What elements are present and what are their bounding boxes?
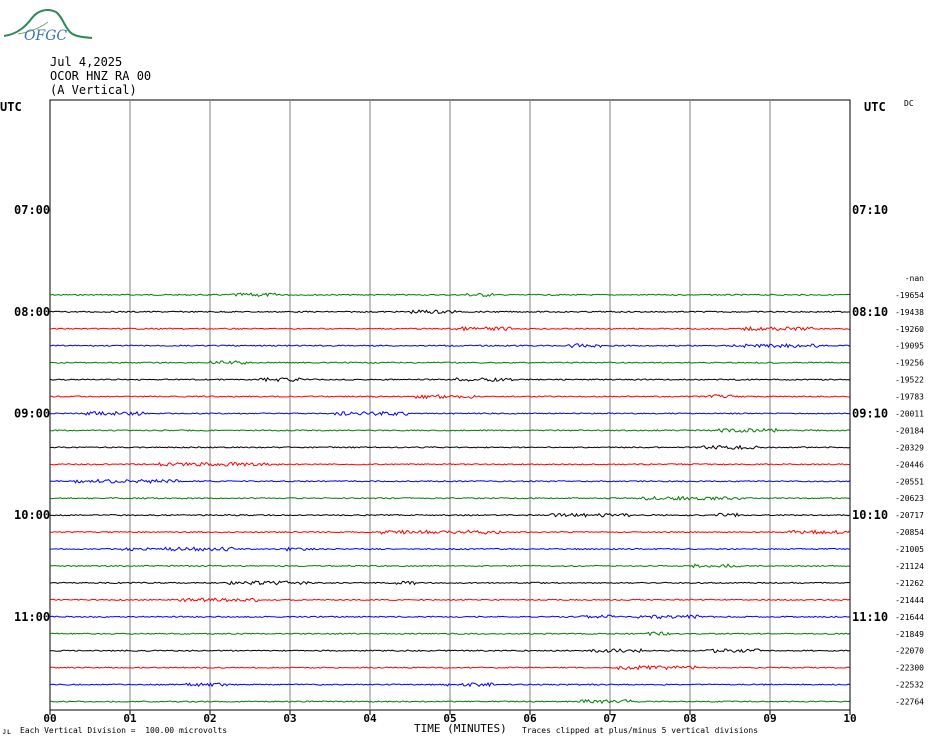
dc-offset-label: -21124 xyxy=(895,562,924,571)
x-axis-label: TIME (MINUTES) xyxy=(414,722,507,735)
dc-offset-label: -22532 xyxy=(895,681,924,690)
x-tick-label: 04 xyxy=(363,712,377,725)
right-time-label: 09:10 xyxy=(852,406,888,420)
dc-offset-label: -21644 xyxy=(895,613,924,622)
right-time-label: 07:10 xyxy=(852,203,888,217)
dc-offset-label: -20854 xyxy=(895,528,924,537)
dc-offset-label: -20446 xyxy=(895,460,924,469)
dc-offset-label: -21262 xyxy=(895,579,924,588)
x-tick-label: 10 xyxy=(843,712,856,725)
left-time-label: 11:00 xyxy=(14,610,50,624)
dc-offset-label: -19095 xyxy=(895,342,924,351)
dc-offset-label: -20184 xyxy=(895,426,924,435)
x-tick-label: 08 xyxy=(683,712,696,725)
right-time-label: 10:10 xyxy=(852,508,888,522)
dc-offset-label: -22764 xyxy=(895,698,924,707)
right-time-label: 08:10 xyxy=(852,305,888,319)
dc-offset-label: -19783 xyxy=(895,393,924,402)
corner-mark: ᴊʟ xyxy=(2,727,12,736)
dc-offset-label: -19260 xyxy=(895,325,924,334)
dc-offset-label: -20623 xyxy=(895,494,924,503)
left-time-label: 07:00 xyxy=(14,203,50,217)
dc-offset-label: -19438 xyxy=(895,308,924,317)
x-tick-label: 06 xyxy=(523,712,537,725)
x-tick-label: 00 xyxy=(43,712,56,725)
left-time-label: 08:00 xyxy=(14,305,50,319)
x-tick-label: 02 xyxy=(203,712,216,725)
dc-offset-label: -19256 xyxy=(895,359,924,368)
dc-offset-label: -20329 xyxy=(895,443,924,452)
dc-offset-label: -21444 xyxy=(895,596,924,605)
dc-offset-label: -20551 xyxy=(895,477,924,486)
dc-offset-label: -19654 xyxy=(895,291,924,300)
right-time-label: 11:10 xyxy=(852,610,888,624)
dc-offset-label: -19522 xyxy=(895,376,924,385)
x-tick-label: 03 xyxy=(283,712,296,725)
division-note: Each Vertical Division = 100.00 microvol… xyxy=(20,726,228,735)
clip-note: Traces clipped at plus/minus 5 vertical … xyxy=(522,726,759,735)
dc-offset-label: -nan xyxy=(905,274,924,283)
dc-offset-label: -21005 xyxy=(895,545,924,554)
dc-offset-label: -22070 xyxy=(895,647,924,656)
x-tick-label: 09 xyxy=(763,712,776,725)
x-tick-label: 01 xyxy=(123,712,137,725)
left-time-label: 09:00 xyxy=(14,406,50,420)
helicorder-plot: 00 01 02 03 04 05 06 07 08 09 1007:0008:0009:0010:… xyxy=(14,99,924,725)
dc-offset-label: -20717 xyxy=(895,511,924,520)
dc-offset-label: -22300 xyxy=(895,664,924,673)
x-tick-label: 07 xyxy=(603,712,616,725)
dc-offset-label: -20011 xyxy=(895,409,924,418)
dc-offset-label: -21849 xyxy=(895,630,924,639)
left-time-label: 10:00 xyxy=(14,508,50,522)
